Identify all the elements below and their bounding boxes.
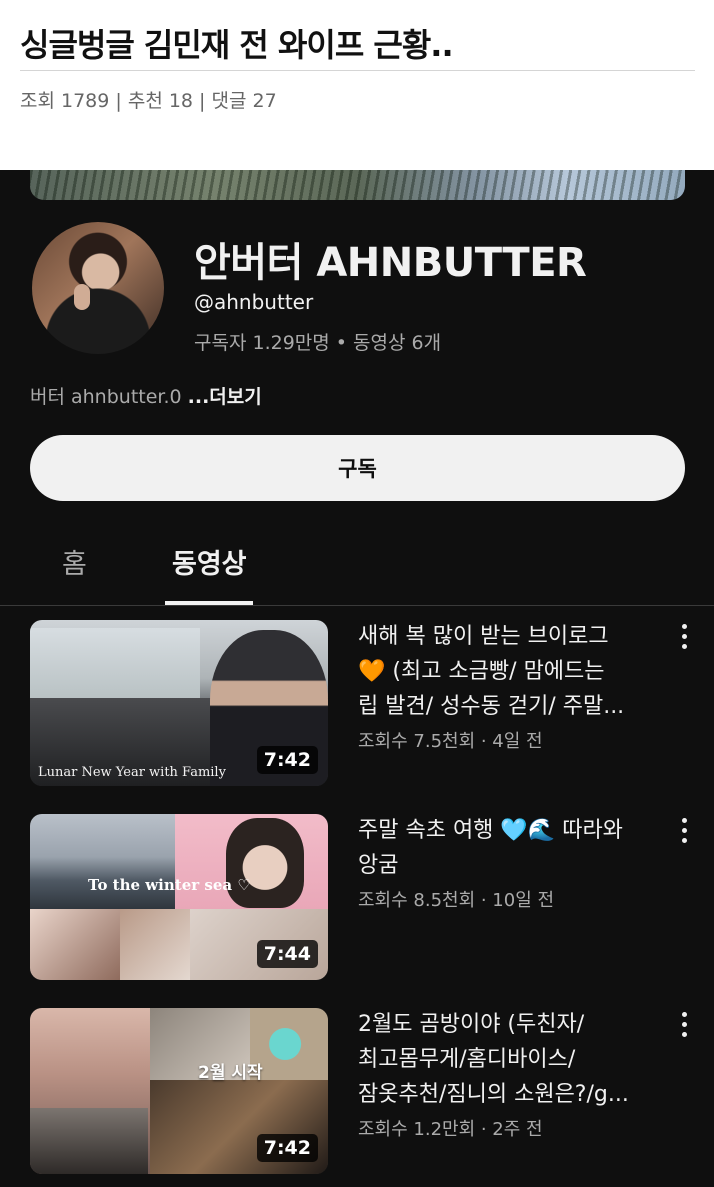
active-tab-indicator xyxy=(165,601,253,605)
video-title-line: 최고몸무게/홈디바이스/ xyxy=(358,1047,576,1072)
channel-screenshot: 안버터 AHNBUTTER @ahnbutter 구독자 1.29만명 • 동영… xyxy=(0,170,714,1187)
channel-description[interactable]: 버터 ahnbutter.0 ...더보기 xyxy=(30,382,262,409)
channel-stats: 구독자 1.29만명 • 동영상 6개 xyxy=(194,332,442,354)
post-meta: 조회 1789 | 추천 18 | 댓글 27 xyxy=(20,90,277,112)
video-meta: 조회수 1.2만회 · 2주 전 xyxy=(358,1119,543,1140)
video-title[interactable]: 주말 속초 여행 🩵🌊 따라와 앙굼 xyxy=(358,813,658,883)
duration-badge: 7:44 xyxy=(256,940,318,968)
video-title-line: 잠옷추천/짐니의 소원은?/g... xyxy=(358,1082,629,1107)
video-item[interactable]: To the winter sea ♡ 7:44 주말 속초 여행 🩵🌊 따라와… xyxy=(0,814,714,982)
channel-name: 안버터 AHNBUTTER xyxy=(194,240,587,286)
tab-home[interactable]: 홈 xyxy=(62,542,87,581)
video-thumbnail[interactable]: Lunar New Year with Family 7:42 xyxy=(30,620,328,786)
video-title-line: 🧡 (최고 소금빵/ 맘에드는 xyxy=(358,659,605,684)
tab-videos[interactable]: 동영상 xyxy=(172,542,247,581)
video-thumbnail[interactable]: 2월 시작 7:42 xyxy=(30,1008,328,1174)
post-title: 싱글벙글 김민재 전 와이프 근황.. xyxy=(20,26,454,64)
thumbnail-caption: To the winter sea ♡ xyxy=(88,876,251,894)
more-vert-icon[interactable] xyxy=(672,1010,696,1042)
video-title-line: 앙굼 xyxy=(358,853,399,878)
duration-badge: 7:42 xyxy=(256,1134,318,1162)
more-link[interactable]: ...더보기 xyxy=(188,386,262,408)
video-item[interactable]: 2월 시작 7:42 2월도 곰방이야 (두친자/ 최고몸무게/홈디바이스/ 잠… xyxy=(0,1008,714,1176)
channel-tabs: 홈 동영상 xyxy=(0,530,714,606)
channel-handle: @ahnbutter xyxy=(194,290,314,314)
video-meta: 조회수 8.5천회 · 10일 전 xyxy=(358,890,555,911)
thumbnail-caption: Lunar New Year with Family xyxy=(38,765,226,780)
channel-banner xyxy=(30,170,685,200)
video-title[interactable]: 새해 복 많이 받는 브이로그 🧡 (최고 소금빵/ 맘에드는 립 발견/ 성수… xyxy=(358,619,658,724)
more-vert-icon[interactable] xyxy=(672,816,696,848)
video-item[interactable]: Lunar New Year with Family 7:42 새해 복 많이 … xyxy=(0,620,714,788)
video-title-line: 새해 복 많이 받는 브이로그 xyxy=(358,624,609,649)
duration-badge: 7:42 xyxy=(256,746,318,774)
video-title-line: 2월도 곰방이야 (두친자/ xyxy=(358,1012,585,1037)
video-meta: 조회수 7.5천회 · 4일 전 xyxy=(358,731,543,752)
divider xyxy=(20,70,695,71)
post-header: 싱글벙글 김민재 전 와이프 근황.. 조회 1789 | 추천 18 | 댓글… xyxy=(0,0,714,170)
video-title-line: 주말 속초 여행 🩵🌊 따라와 xyxy=(358,818,623,843)
video-title[interactable]: 2월도 곰방이야 (두친자/ 최고몸무게/홈디바이스/ 잠옷추천/짐니의 소원은… xyxy=(358,1007,658,1112)
more-vert-icon[interactable] xyxy=(672,622,696,654)
thumbnail-caption: 2월 시작 xyxy=(198,1063,263,1083)
avatar[interactable] xyxy=(32,222,164,354)
video-thumbnail[interactable]: To the winter sea ♡ 7:44 xyxy=(30,814,328,980)
video-title-line: 립 발견/ 성수동 걷기/ 주말... xyxy=(358,694,625,719)
channel-description-text: 버터 ahnbutter.0 xyxy=(30,386,188,408)
subscribe-button[interactable]: 구독 xyxy=(30,435,685,501)
